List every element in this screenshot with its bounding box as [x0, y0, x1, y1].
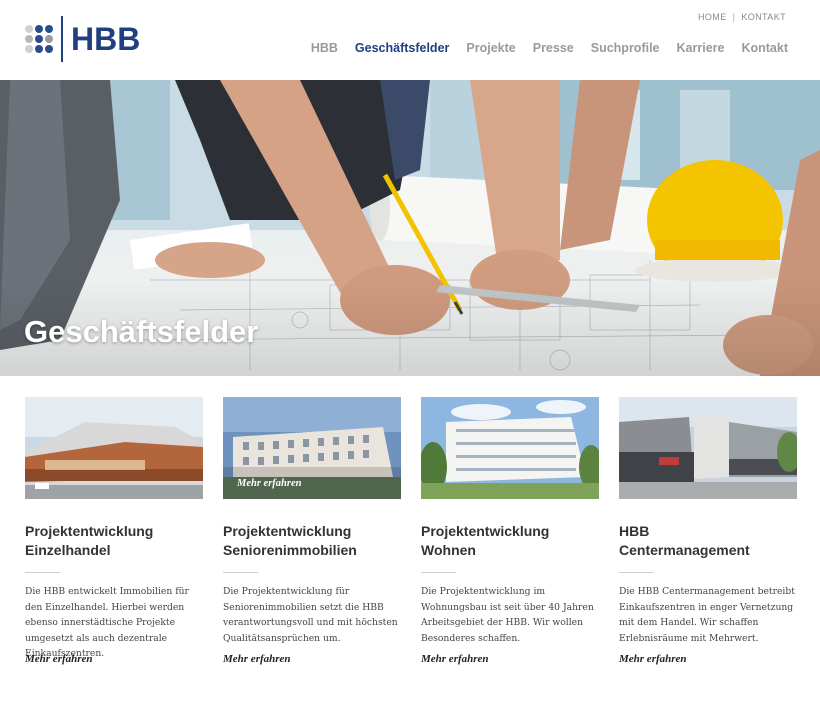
card-more-link[interactable]: Mehr erfahren [421, 653, 489, 665]
nav-item-suchprofile[interactable]: Suchprofile [591, 41, 660, 55]
card-description: Die HBB Centermanagement betreibt Einkau… [619, 586, 795, 644]
hero-banner: Geschäftsfelder [0, 80, 820, 376]
card-title: Projektentwicklung Einzelhandel [25, 522, 203, 560]
card-image-einzelhandel[interactable] [25, 397, 203, 499]
card-wohnen: Projektentwicklung Wohnen Die Projektent… [421, 397, 599, 665]
card-image-overlay-label[interactable]: Mehr erfahren [237, 478, 301, 489]
card-image-seniorenimmobilien[interactable]: Mehr erfahren [223, 397, 401, 499]
card-title-line2: Seniorenimmobilien [223, 542, 357, 558]
card-title-line1: Projektentwicklung [25, 523, 154, 539]
logo-divider [61, 16, 63, 62]
nav-item-karriere[interactable]: Karriere [677, 41, 725, 55]
card-more-link[interactable]: Mehr erfahren [619, 653, 687, 665]
card-divider [421, 572, 456, 573]
card-title: Projektentwicklung Wohnen [421, 522, 599, 560]
card-einzelhandel: Projektentwicklung Einzelhandel Die HBB … [25, 397, 203, 665]
card-image-wohnen[interactable] [421, 397, 599, 499]
card-description: Die Projektentwicklung für Seniorenimmob… [223, 586, 398, 644]
nav-item-hbb[interactable]: HBB [311, 41, 338, 55]
card-centermanagement: HBB Centermanagement Die HBB Centermanag… [619, 397, 797, 665]
nav-item-presse[interactable]: Presse [533, 41, 574, 55]
util-separator: | [732, 12, 736, 22]
main-nav: HBB Geschäftsfelder Projekte Presse Such… [311, 41, 788, 55]
card-image-centermanagement[interactable] [619, 397, 797, 499]
card-title-line2: Wohnen [421, 542, 476, 558]
card-title-line1: HBB [619, 523, 650, 539]
card-title: Projektentwicklung Seniorenimmobilien [223, 522, 401, 560]
hbb-logo[interactable]: HBB [25, 15, 140, 63]
card-description: Die Projektentwicklung im Wohnungsbau is… [421, 586, 594, 644]
utility-nav: HOME | KONTAKT [698, 12, 786, 22]
card-description: Die HBB entwickelt Immobilien für den Ei… [25, 586, 189, 659]
nav-item-kontakt[interactable]: Kontakt [741, 41, 788, 55]
card-divider [223, 572, 258, 573]
logo-text: HBB [71, 20, 141, 57]
card-more-link[interactable]: Mehr erfahren [223, 653, 291, 665]
card-title-line1: Projektentwicklung [223, 523, 352, 539]
card-divider [25, 572, 60, 573]
util-link-contact[interactable]: KONTAKT [741, 12, 786, 22]
card-more-link[interactable]: Mehr erfahren [25, 653, 93, 665]
nav-item-projekte[interactable]: Projekte [466, 41, 515, 55]
card-title-line2: Centermanagement [619, 542, 750, 558]
card-title-line2: Einzelhandel [25, 542, 111, 558]
page-title: Geschäftsfelder [24, 314, 259, 349]
card-divider [619, 572, 654, 573]
card-title-line1: Projektentwicklung [421, 523, 550, 539]
card-seniorenimmobilien: Mehr erfahren Projektentwicklung Seniore… [223, 397, 401, 665]
logo-dots-icon [25, 25, 53, 53]
nav-item-geschaeftsfelder[interactable]: Geschäftsfelder [355, 41, 449, 55]
site-header: HBB HOME | KONTAKT HBB Geschäftsfelder P… [0, 0, 820, 80]
util-link-home[interactable]: HOME [698, 12, 727, 22]
card-title: HBB Centermanagement [619, 522, 797, 560]
